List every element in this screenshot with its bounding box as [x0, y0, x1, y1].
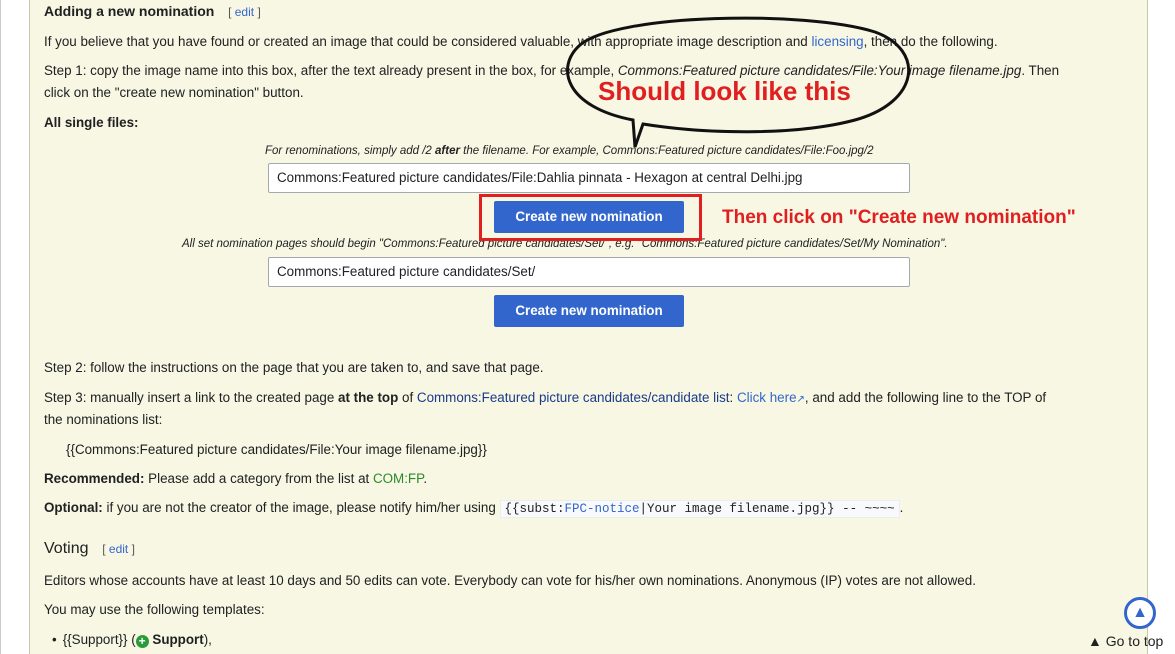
- click-annotation-text: Then click on "Create new nomination": [722, 207, 1076, 228]
- fpc-notice-link[interactable]: FPC-notice: [565, 502, 640, 516]
- voting-edit-link[interactable]: edit: [109, 542, 128, 556]
- support-plus-icon: +: [135, 635, 149, 648]
- edit-section: [ edit ]: [228, 5, 261, 19]
- create-set-nomination-button[interactable]: Create new nomination: [494, 295, 684, 327]
- go-to-top-icon[interactable]: ▲: [1124, 597, 1156, 629]
- single-file-nomination-input[interactable]: Commons:Featured picture candidates/File…: [268, 163, 910, 193]
- section-heading-row: Adding a new nomination [ edit ]: [44, 3, 261, 19]
- voting-heading: Voting: [44, 540, 89, 557]
- step1-line2: click on the "create new nomination" but…: [44, 85, 304, 100]
- step3-line2: the nominations list:: [44, 412, 163, 427]
- all-single-files-label: All single files:: [44, 115, 139, 130]
- voting-heading-row: Voting [ edit ]: [44, 540, 135, 558]
- bubble-annotation-text: Should look like this: [598, 76, 851, 106]
- external-link-icon: ↗: [796, 394, 805, 405]
- support-bullet: • {{Support}} (+ Support),: [52, 632, 212, 648]
- templates-intro: You may use the following templates:: [44, 602, 265, 617]
- click-here-link[interactable]: Click here↗: [737, 390, 805, 405]
- candidate-list-link[interactable]: Commons:Featured picture candidates/cand…: [417, 390, 730, 405]
- section-heading: Adding a new nomination: [44, 3, 215, 19]
- voting-paragraph: Editors whose accounts have at least 10 …: [44, 573, 976, 588]
- set-nomination-input[interactable]: Commons:Featured picture candidates/Set/: [268, 257, 910, 287]
- optional-line: Optional: if you are not the creator of …: [44, 500, 904, 518]
- voting-edit-section: [ edit ]: [102, 542, 135, 556]
- step2-text: Step 2: follow the instructions on the p…: [44, 360, 544, 375]
- edit-link[interactable]: edit: [235, 5, 254, 19]
- go-to-top-link[interactable]: ▲ Go to top: [1088, 633, 1163, 649]
- com-fp-link[interactable]: COM:FP: [373, 471, 423, 486]
- notice-code: {{subst:FPC-notice|Your image filename.j…: [499, 500, 900, 518]
- step3-line1: Step 3: manually insert a link to the cr…: [44, 390, 1047, 405]
- bullet-dot: •: [52, 632, 57, 647]
- recommended-line: Recommended: Please add a category from …: [44, 471, 428, 486]
- highlight-box: [479, 194, 702, 241]
- template-line: {{Commons:Featured picture candidates/Fi…: [66, 442, 487, 457]
- page-border: [0, 0, 1, 654]
